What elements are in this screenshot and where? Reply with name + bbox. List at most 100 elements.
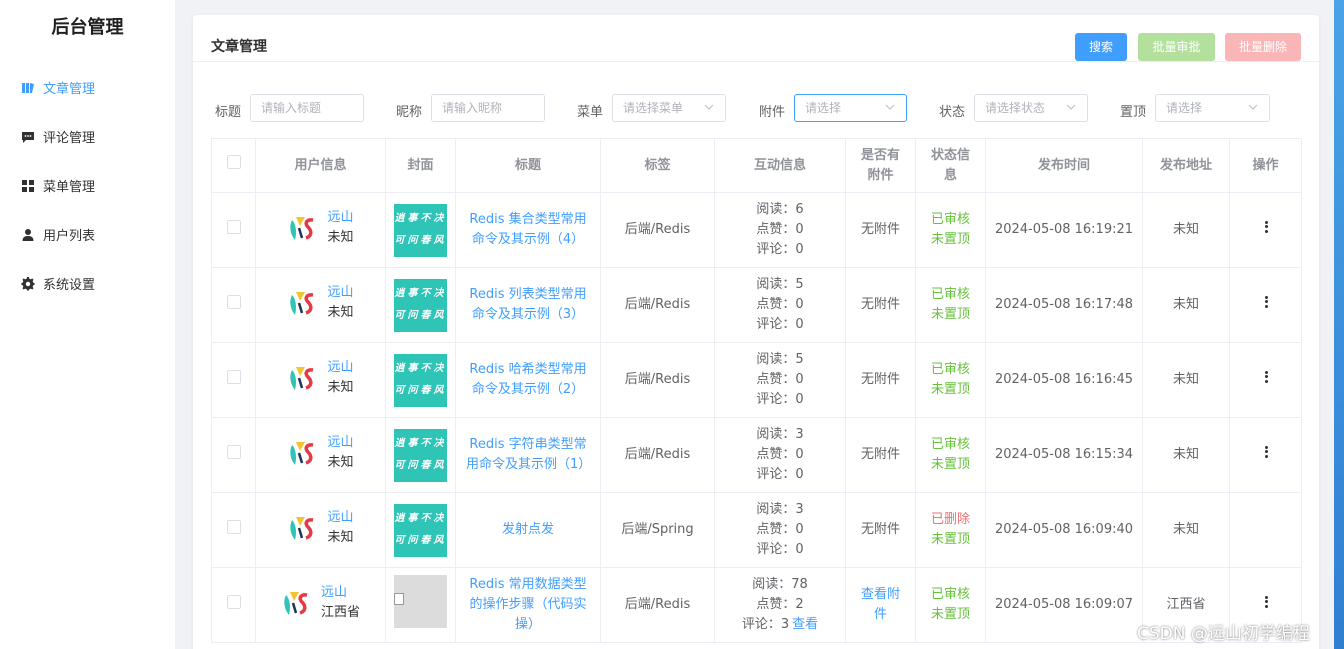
card-header: 文章管理 搜索 批量审批 批量删除 [193,15,1319,62]
review-status: 已审核 [930,587,970,602]
sidebar-item-users[interactable]: 用户列表 [0,210,175,259]
sidebar-item-label: 文章管理 [43,82,96,97]
status-cell: 已审核 未置顶 [915,567,986,643]
row-select-cell [211,417,256,493]
user-name-link[interactable]: 远山 [327,208,353,228]
user-name-link[interactable]: 远山 [321,583,360,603]
user-icon [21,228,35,242]
sidebar-item-menus[interactable]: 菜单管理 [0,161,175,210]
batch-delete-button[interactable]: 批量删除 [1225,33,1301,61]
sidebar-item-label: 用户列表 [43,229,96,244]
cover-image[interactable] [394,575,447,628]
user-location: 未知 [327,529,354,545]
cover-text: 逍事不决 [394,287,447,299]
sidebar: 后台管理 文章管理 评论管理 菜单管理 用户列表 系统设置 [0,0,175,649]
status-cell: 已审核 未置顶 [915,417,986,493]
title-cell: 发射点发 [455,492,601,568]
column-header: 状态信息 [915,138,986,193]
article-title-link[interactable]: Redis 常用数据类型的操作步骤（代码实操） [456,575,600,635]
row-checkbox[interactable] [226,369,241,384]
article-title-link[interactable]: 发射点发 [456,520,600,540]
more-actions-icon[interactable] [1264,220,1268,234]
batch-approve-button[interactable]: 批量审批 [1138,33,1215,61]
user-location: 未知 [327,229,354,245]
sidebar-item-settings[interactable]: 系统设置 [0,259,175,308]
pin-select[interactable]: 请选择 [1155,94,1270,122]
cover-image[interactable]: 逍事不决 可问春风 [394,428,447,482]
likes-count: 点赞：0 [756,522,804,537]
article-title-link[interactable]: Redis 集合类型常用命令及其示例（4） [456,210,600,250]
actions-cell [1229,267,1302,343]
view-comments-link[interactable]: 查看 [792,617,818,632]
row-checkbox[interactable] [226,519,241,534]
scrollbar[interactable] [1334,0,1344,649]
cover-image[interactable]: 逍事不决 可问春风 [394,503,447,557]
row-checkbox[interactable] [226,294,241,309]
attachment-select[interactable]: 请选择 [794,94,907,122]
select-all-checkbox[interactable] [226,155,241,169]
cover-text: 逍事不决 [394,437,447,449]
user-name-link[interactable]: 远山 [327,508,353,528]
page-title: 文章管理 [211,39,267,55]
sidebar-menu: 文章管理 评论管理 菜单管理 用户列表 系统设置 [0,63,175,308]
article-title-link[interactable]: Redis 哈希类型常用命令及其示例（2） [456,360,600,400]
user-location: 未知 [327,454,354,470]
more-actions-icon[interactable] [1264,595,1268,609]
more-actions-icon[interactable] [1264,445,1268,459]
status-cell: 已审核 未置顶 [915,192,986,268]
cover-image[interactable]: 逍事不决 可问春风 [394,353,447,407]
user-name-link[interactable]: 远山 [327,358,353,378]
attachment-cell: 无附件 [845,417,916,493]
cover-image[interactable]: 逍事不决 可问春风 [394,278,447,332]
comment-icon [21,130,35,144]
avatar [288,285,323,320]
article-title-link[interactable]: Redis 列表类型常用命令及其示例（3） [456,285,600,325]
sidebar-item-comments[interactable]: 评论管理 [0,112,175,161]
user-text: 远山 未知 [327,283,353,323]
comments-text: 评论：0 [756,242,804,257]
user-info-cell: 远山 未知 [255,192,386,268]
attachment-cell: 无附件 [845,267,916,343]
comments-text: 评论：0 [756,317,804,332]
review-status: 已删除 [930,512,970,527]
column-header: 发布时间 [985,138,1143,193]
status-cell: 已审核 未置顶 [915,267,986,343]
comments-text: 评论：0 [756,467,804,482]
title-search-input[interactable]: 请输入标题 [250,94,364,122]
menu-select[interactable]: 请选择菜单 [612,94,726,122]
cover-image[interactable]: 逍事不决 可问春风 [394,203,447,257]
cover-cell [385,567,456,643]
row-checkbox[interactable] [226,219,241,234]
attachment-cell: 无附件 [845,192,916,268]
sidebar-title: 后台管理 [51,17,124,38]
user-name-link[interactable]: 远山 [327,433,353,453]
nickname-search-input[interactable]: 请输入昵称 [431,94,545,122]
sidebar-item-articles[interactable]: 文章管理 [0,63,175,112]
search-button[interactable]: 搜索 [1075,33,1127,61]
status-cell: 已删除 未置顶 [915,492,986,568]
cover-cell: 逍事不决 可问春风 [385,342,456,418]
user-info: 远山 未知 [287,358,354,398]
user-name-link[interactable]: 远山 [327,283,353,303]
user-info: 远山 未知 [287,433,354,473]
status-select[interactable]: 请选择状态 [974,94,1088,122]
user-info: 远山 未知 [287,508,354,548]
status-cell: 已审核 未置顶 [915,342,986,418]
user-info-cell: 远山 未知 [255,342,386,418]
row-select-cell [211,267,256,343]
user-text: 远山 江西省 [321,583,360,623]
row-checkbox[interactable] [226,444,241,459]
interaction-cell: 阅读：6 点赞：0 评论：0 [714,192,846,268]
actions-cell [1229,417,1302,493]
attachment-status: 查看附件 [860,587,900,622]
user-info: 远山 未知 [287,208,354,248]
more-actions-icon[interactable] [1264,370,1268,384]
article-title-link[interactable]: Redis 字符串类型常用命令及其示例（1） [456,435,600,475]
comments-count: 评论：3 查看 [715,615,845,635]
more-actions-icon[interactable] [1264,295,1268,309]
likes-count: 点赞：0 [756,222,804,237]
row-checkbox[interactable] [226,594,241,609]
user-info-cell: 远山 未知 [255,417,386,493]
column-header: 标签 [600,138,715,193]
attachment-cell: 无附件 [845,492,916,568]
